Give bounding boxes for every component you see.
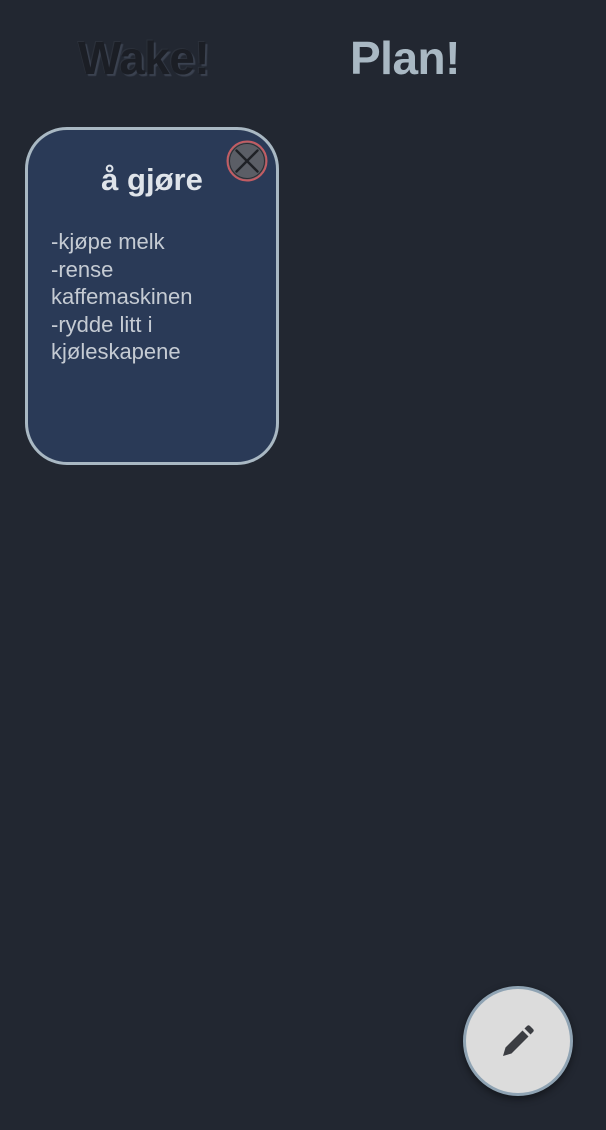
note-body: -kjøpe melk -rense kaffemaskinen -rydde … — [51, 229, 193, 364]
note-card[interactable]: å gjøre -kjøpe melk -rense kaffemaskinen… — [25, 127, 279, 465]
tab-wake[interactable]: Wake! — [78, 30, 210, 86]
header: Wake! Plan! — [0, 0, 606, 110]
pencil-icon — [503, 1025, 534, 1056]
new-note-button[interactable] — [463, 986, 573, 1096]
tab-plan[interactable]: Plan! — [350, 30, 460, 86]
note-title: å gjøre — [101, 162, 203, 197]
